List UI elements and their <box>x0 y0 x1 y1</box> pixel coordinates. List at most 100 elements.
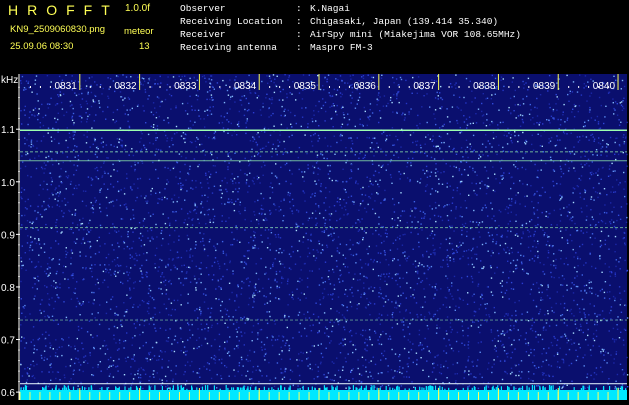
noise-speckle <box>421 349 423 351</box>
noise-speckle <box>204 337 206 339</box>
noise-speckle <box>115 265 117 267</box>
noise-speckle <box>139 267 141 270</box>
noise-speckle <box>253 286 256 288</box>
noise-speckle <box>316 154 319 156</box>
noise-speckle <box>114 270 116 273</box>
noise-speckle <box>591 243 593 246</box>
noise-speckle <box>507 223 509 225</box>
noise-speckle <box>478 154 481 156</box>
noise-speckle <box>29 111 31 113</box>
noise-speckle <box>251 148 253 150</box>
noise-speckle <box>182 132 185 134</box>
noise-speckle <box>621 79 624 82</box>
noise-speckle <box>79 224 82 226</box>
noise-speckle <box>364 329 367 332</box>
noise-speckle <box>604 204 606 206</box>
noise-speckle <box>220 304 222 307</box>
noise-speckle <box>298 146 301 149</box>
noise-speckle <box>115 313 118 316</box>
noise-speckle <box>124 97 126 99</box>
noise-speckle <box>584 125 586 127</box>
noise-speckle <box>518 374 520 377</box>
noise-speckle <box>345 161 347 164</box>
noise-speckle <box>80 381 82 384</box>
noise-speckle <box>320 361 322 363</box>
noise-speckle <box>378 121 380 124</box>
noise-speckle <box>254 231 256 234</box>
noise-speckle <box>257 95 260 97</box>
noise-speckle <box>299 256 302 258</box>
noise-speckle <box>91 179 93 181</box>
noise-speckle <box>459 193 461 195</box>
noise-speckle <box>590 134 592 136</box>
noise-speckle <box>319 303 322 306</box>
noise-speckle <box>299 322 301 325</box>
noise-speckle <box>98 236 100 239</box>
noise-speckle <box>596 154 598 156</box>
noise-speckle <box>622 339 625 341</box>
noise-speckle <box>156 247 158 249</box>
noise-speckle <box>180 182 182 184</box>
noise-speckle <box>455 340 458 343</box>
noise-speckle <box>255 289 257 291</box>
noise-speckle <box>357 168 359 170</box>
noise-speckle <box>44 285 46 287</box>
noise-speckle <box>547 236 549 238</box>
noise-speckle <box>113 259 116 261</box>
noise-speckle <box>344 266 346 268</box>
noise-speckle <box>436 91 438 94</box>
noise-speckle <box>591 171 593 173</box>
noise-speckle <box>591 216 593 218</box>
noise-speckle <box>386 273 388 275</box>
noise-speckle <box>425 165 428 168</box>
noise-speckle <box>124 148 126 151</box>
noise-speckle <box>228 355 231 357</box>
noise-speckle <box>271 339 273 341</box>
noise-speckle <box>266 375 268 377</box>
noise-speckle <box>435 332 438 334</box>
noise-speckle <box>303 313 305 315</box>
noise-speckle <box>406 257 409 259</box>
noise-speckle <box>114 314 116 316</box>
noise-speckle <box>333 379 335 382</box>
noise-speckle <box>323 157 325 159</box>
noise-speckle <box>57 243 60 245</box>
noise-speckle <box>292 337 294 339</box>
noise-speckle <box>394 219 396 221</box>
noise-speckle <box>423 318 426 320</box>
noise-speckle <box>419 264 421 266</box>
noise-speckle <box>163 303 165 305</box>
noise-speckle <box>25 342 28 344</box>
noise-speckle <box>444 296 446 299</box>
noise-speckle <box>482 122 485 124</box>
noise-speckle <box>187 302 189 304</box>
noise-speckle <box>225 366 228 368</box>
noise-speckle <box>300 269 302 271</box>
noise-speckle <box>525 141 528 143</box>
noise-speckle <box>550 306 553 309</box>
noise-speckle <box>472 167 474 170</box>
noise-speckle <box>530 109 532 111</box>
noise-speckle <box>529 235 532 237</box>
noise-speckle <box>224 341 226 343</box>
noise-speckle <box>461 229 463 232</box>
noise-speckle <box>145 259 148 261</box>
noise-speckle <box>314 259 317 262</box>
noise-speckle <box>120 189 122 191</box>
noise-speckle <box>113 334 115 336</box>
noise-speckle <box>453 260 455 263</box>
noise-speckle <box>277 233 280 236</box>
noise-speckle <box>621 384 624 386</box>
noise-speckle <box>187 212 189 215</box>
noise-speckle <box>599 127 602 129</box>
noise-speckle <box>269 249 271 251</box>
noise-speckle <box>274 297 277 299</box>
noise-speckle <box>341 93 343 96</box>
noise-speckle <box>253 300 255 302</box>
noise-speckle <box>262 106 264 108</box>
noise-speckle <box>176 132 178 134</box>
noise-speckle <box>409 322 411 325</box>
noise-speckle <box>507 230 509 232</box>
noise-speckle <box>385 105 388 107</box>
noise-speckle <box>240 293 242 295</box>
